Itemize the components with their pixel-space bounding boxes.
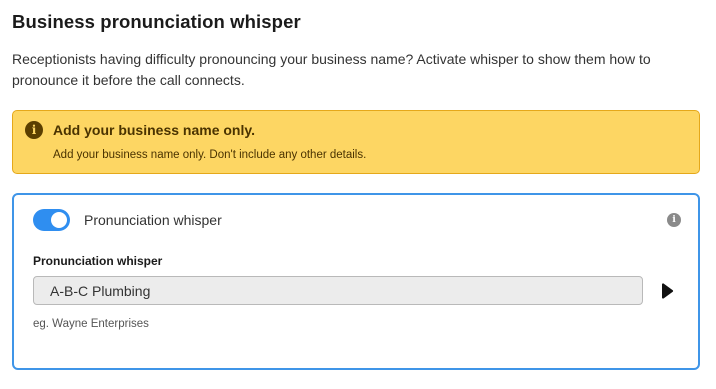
- whisper-card: Pronunciation whisper i Pronunciation wh…: [12, 193, 700, 370]
- section-title: Business pronunciation whisper: [12, 11, 301, 32]
- play-icon[interactable]: [660, 283, 674, 299]
- pronunciation-whisper-settings: Business pronunciation whisper Reception…: [0, 0, 716, 389]
- toggle-knob: [51, 212, 67, 228]
- alert-body: Add your business name only. Don't inclu…: [53, 149, 367, 161]
- alert-heading: Add your business name only.: [53, 122, 256, 138]
- section-description: Receptionists having difficulty pronounc…: [12, 51, 651, 88]
- field-label: Pronunciation whisper: [33, 254, 163, 268]
- toggle-label: Pronunciation whisper: [84, 212, 222, 228]
- info-filled-icon: i: [25, 121, 43, 139]
- field-hint: eg. Wayne Enterprises: [33, 318, 149, 330]
- whisper-toggle[interactable]: [33, 209, 70, 231]
- info-icon[interactable]: i: [667, 213, 681, 227]
- warning-alert: i Add your business name only. Add your …: [12, 110, 700, 174]
- pronunciation-input[interactable]: [33, 276, 643, 305]
